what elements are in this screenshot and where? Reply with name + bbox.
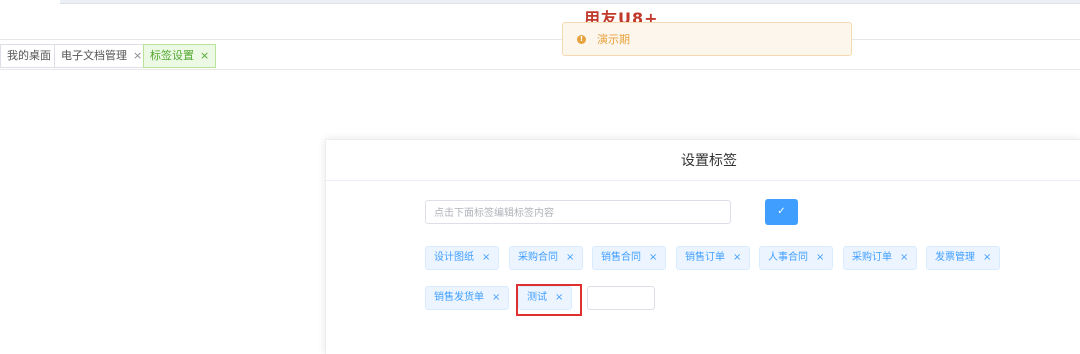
tab-label: 我的桌面 xyxy=(7,49,51,62)
tab-bar: 我的桌面 电子文档管理 × 标签设置 × xyxy=(0,40,1080,70)
highlight-annotation xyxy=(516,284,582,316)
header-divider xyxy=(60,0,1080,4)
close-icon[interactable]: × xyxy=(492,292,500,303)
tag-item[interactable]: 销售订单 × xyxy=(676,246,751,270)
tag-label: 人事合同 xyxy=(768,252,808,263)
tag-label: 销售合同 xyxy=(601,252,641,263)
tag-item[interactable]: 销售合同 × xyxy=(592,246,667,270)
tag-label: 采购订单 xyxy=(852,252,892,263)
close-icon[interactable]: × xyxy=(900,252,908,263)
close-icon[interactable]: × xyxy=(733,252,741,263)
tag-item[interactable]: 人事合同 × xyxy=(759,246,834,270)
close-icon[interactable]: × xyxy=(482,252,490,263)
tag-item[interactable]: 采购合同 × xyxy=(509,246,584,270)
tag-label: 销售发货单 xyxy=(434,292,484,303)
tag-item[interactable]: 发票管理 × xyxy=(926,246,1001,270)
close-icon[interactable]: × xyxy=(200,49,209,62)
top-header: 用友U8+ xyxy=(0,0,1080,40)
new-tag-input[interactable] xyxy=(587,286,655,310)
close-icon[interactable]: × xyxy=(649,252,657,263)
close-icon[interactable]: × xyxy=(566,252,574,263)
tag-item[interactable]: 销售发货单 × xyxy=(425,286,510,310)
notice-text: 演示期 xyxy=(597,33,630,46)
close-icon[interactable]: × xyxy=(983,252,991,263)
tab-document-management[interactable]: 电子文档管理 × xyxy=(54,44,150,68)
close-icon[interactable]: × xyxy=(816,252,824,263)
tag-content-field[interactable] xyxy=(425,200,731,225)
tag-settings-dialog: 设置标签 ✓ 设计图纸 × 采购合同 × 销售合同 × 销售订单 × 人事合同 × 采购订… xyxy=(325,139,1080,354)
warning-icon: ! xyxy=(577,35,586,44)
dialog-title: 设置标签 xyxy=(681,153,737,169)
tab-label: 电子文档管理 xyxy=(61,49,127,62)
tag-label: 销售订单 xyxy=(685,252,725,263)
tag-item[interactable]: 采购订单 × xyxy=(843,246,918,270)
tag-content-input[interactable] xyxy=(426,202,730,225)
tab-label: 标签设置 xyxy=(150,49,194,62)
tag-label: 采购合同 xyxy=(518,252,558,263)
dialog-header: 设置标签 xyxy=(326,140,1080,181)
close-icon[interactable]: × xyxy=(133,49,142,62)
check-icon: ✓ xyxy=(777,206,786,217)
tag-label: 发票管理 xyxy=(935,252,975,263)
demo-period-notice: ! 演示期 xyxy=(562,22,852,56)
confirm-button[interactable]: ✓ xyxy=(765,199,798,225)
tab-my-desktop[interactable]: 我的桌面 xyxy=(0,44,58,68)
tab-tag-settings[interactable]: 标签设置 × xyxy=(143,44,217,68)
tag-label: 设计图纸 xyxy=(434,252,474,263)
tag-item[interactable]: 设计图纸 × xyxy=(425,246,500,270)
